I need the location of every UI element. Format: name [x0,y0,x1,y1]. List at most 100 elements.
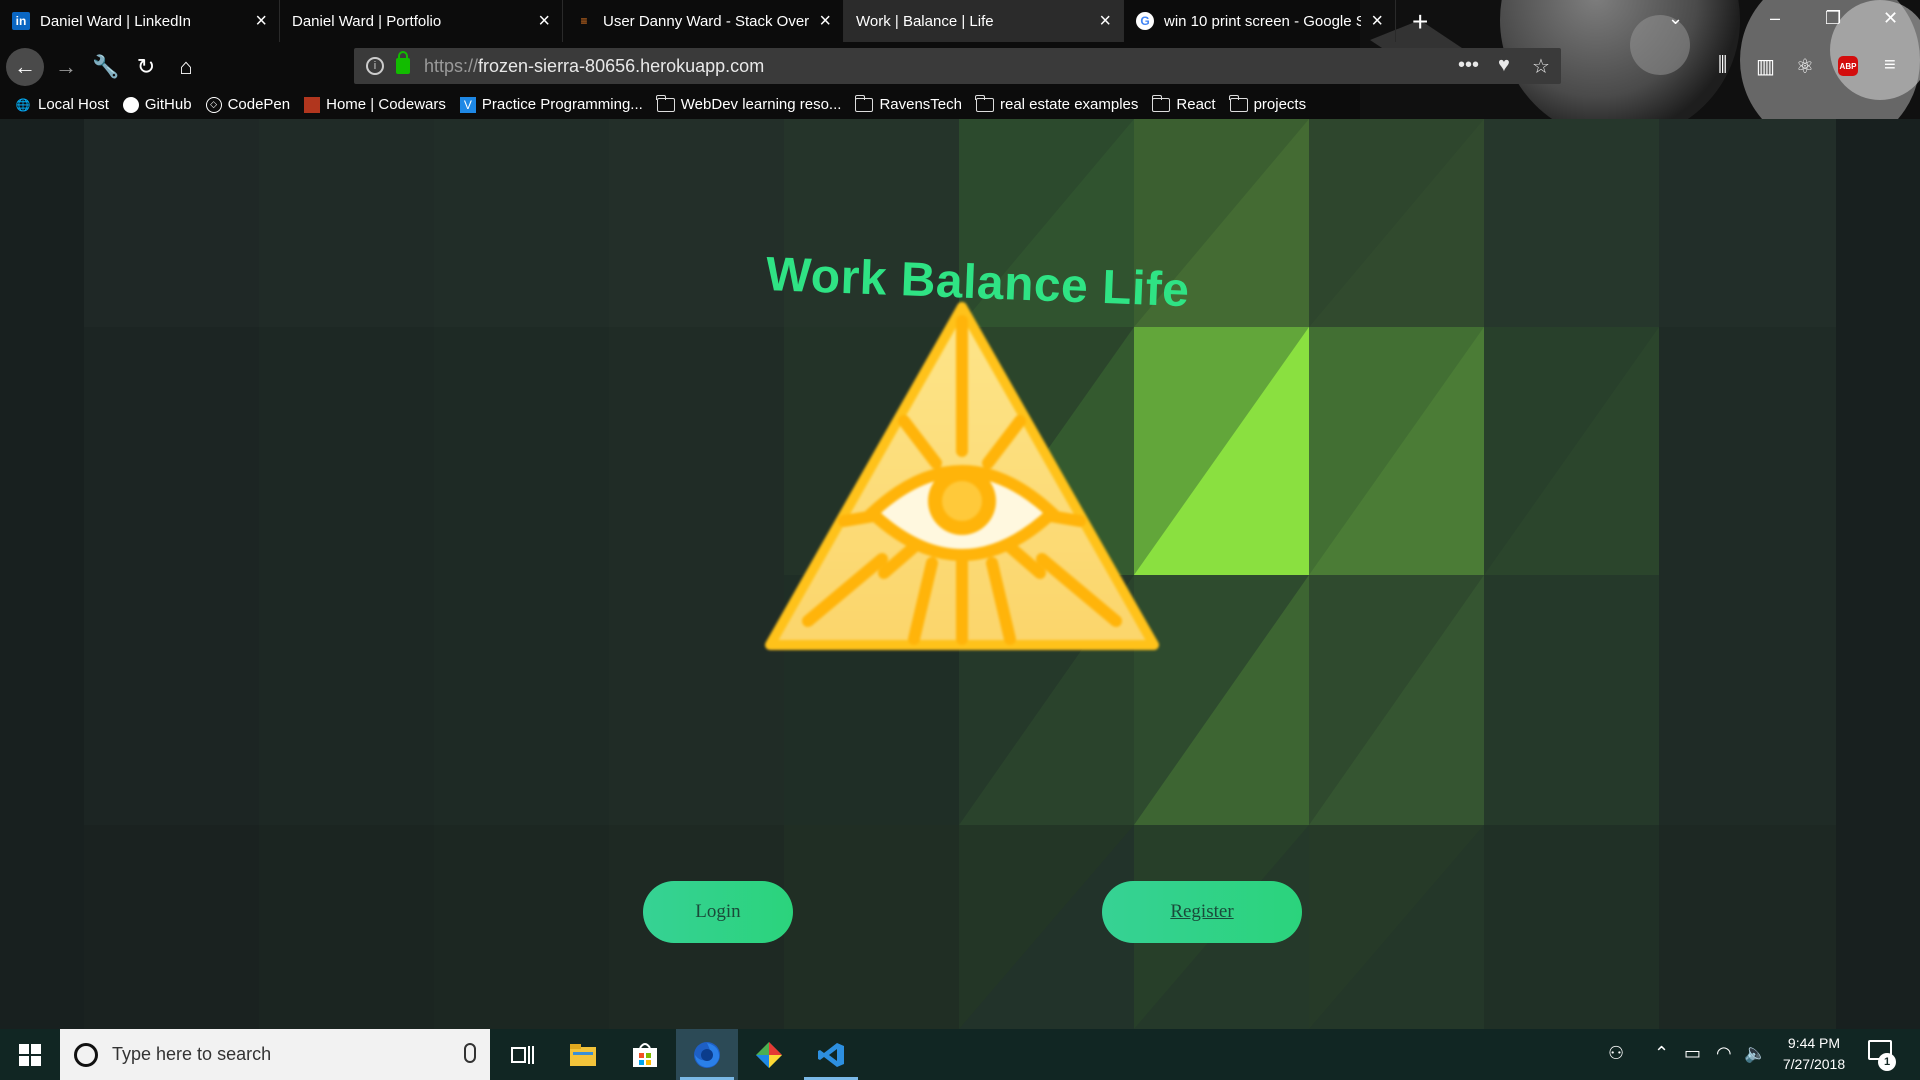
folder-icon [1151,94,1171,113]
tab-title: Daniel Ward | LinkedIn [40,12,191,30]
bookmark-label: Practice Programming... [481,96,643,113]
task-view-icon [511,1045,534,1064]
sidebar-icon[interactable]: ▥ [1756,54,1775,79]
bookmark-codepen[interactable]: ◇ CodePen [205,96,291,113]
bookmark-label: RavensTech [879,96,962,113]
vscode-icon [818,1042,844,1067]
bookmark-label: CodePen [227,96,291,113]
windows-taskbar: Type here to search ⚇ ⌃ ▭ ◠ 🔈 9:44 PM 7/… [0,1029,1920,1080]
battery-icon[interactable]: ▭ [1684,1043,1701,1064]
menu-icon[interactable]: ≡ [1884,54,1896,77]
bookmark-ravenstech-folder[interactable]: RavensTech [854,94,962,113]
start-button[interactable] [0,1029,60,1080]
cortana-icon [74,1042,98,1067]
google-icon: G [1136,12,1154,30]
lock-icon[interactable] [396,51,410,74]
bookmark-local-host[interactable]: 🌐 Local Host [14,96,109,113]
close-icon[interactable]: × [1099,11,1111,31]
forward-button[interactable]: → [51,52,81,82]
tab-title: User Danny Ward - Stack Overf [603,12,810,30]
wrench-icon[interactable]: 🔧 [91,52,121,82]
new-tab-button[interactable]: + [1412,6,1428,38]
bookmark-github[interactable]: GitHub [122,96,192,113]
folder-icon [1229,94,1248,113]
bookmark-label: Home | Codewars [326,96,446,113]
navigation-toolbar: ← → 🔧 ↻ ⌂ i https://frozen-sierra-80656.… [0,42,1920,90]
stackoverflow-icon: ≡ [580,14,588,28]
firefox-button[interactable] [676,1029,738,1080]
tab-strip: in Daniel Ward | LinkedIn × Daniel Ward … [0,0,1920,42]
clock-time: 9:44 PM [1787,1035,1841,1051]
login-button[interactable]: Login [643,881,793,943]
file-explorer-button[interactable] [552,1029,614,1080]
git-kraken-button[interactable] [738,1029,800,1080]
tab-title: win 10 print screen - Google Se [1164,12,1362,30]
tab-portfolio[interactable]: Daniel Ward | Portfolio × [280,0,563,42]
bookmark-label: GitHub [144,96,192,113]
bookmark-real-estate-folder[interactable]: real estate examples [975,94,1139,113]
close-icon[interactable]: × [1371,11,1383,31]
url-bar[interactable]: i https://frozen-sierra-80656.herokuapp.… [354,48,1561,84]
store-icon [633,1042,657,1067]
page-container: Work Balance Life Login Register [84,119,1836,1029]
tab-list-chevron-icon[interactable]: ⌄ [1668,8,1683,29]
bookmark-label: WebDev learning reso... [680,96,842,113]
bookmark-label: Local Host [38,96,109,113]
library-icon[interactable]: ⫼ [1718,54,1727,77]
codepen-icon: ◇ [205,96,222,113]
tab-work-balance-life[interactable]: Work | Balance | Life × [844,0,1124,42]
tab-title: Work | Balance | Life [856,12,994,30]
bookmark-react-folder[interactable]: React [1151,94,1216,113]
info-icon[interactable]: i [366,57,384,75]
close-icon[interactable]: × [255,11,267,31]
reload-button[interactable]: ↻ [131,52,161,82]
all-seeing-eye-icon [765,302,1159,650]
back-button[interactable]: ← [6,48,44,86]
folder-icon [854,94,874,113]
tab-linkedin[interactable]: in Daniel Ward | LinkedIn × [0,0,280,42]
codewars-icon [304,96,321,113]
bookmark-star-icon[interactable]: ☆ [1532,54,1550,79]
bookmark-codewars[interactable]: Home | Codewars [304,96,446,113]
clock-date: 7/27/2018 [1782,1056,1846,1072]
bookmark-label: projects [1253,96,1307,113]
folder-icon [656,94,675,113]
bookmark-label: real estate examples [999,96,1139,113]
notification-badge: 1 [1878,1053,1896,1071]
microphone-icon[interactable] [464,1043,476,1063]
task-view-button[interactable] [492,1029,554,1080]
register-button[interactable]: Register [1102,881,1302,943]
bookmark-webdev-folder[interactable]: WebDev learning reso... [656,94,842,113]
git-app-icon [756,1041,782,1068]
chevron-up-icon[interactable]: ⌃ [1654,1043,1669,1064]
windows-logo-icon [19,1043,41,1066]
wifi-icon[interactable]: ◠ [1716,1043,1732,1064]
pocket-icon[interactable]: ♥ [1498,54,1510,77]
page-actions-icon[interactable]: ••• [1458,54,1479,77]
system-clock[interactable]: 9:44 PM 7/27/2018 [1764,1033,1864,1075]
react-devtools-icon[interactable]: ⚛ [1796,54,1814,79]
browser-chrome: in Daniel Ward | LinkedIn × Daniel Ward … [0,0,1920,119]
tab-stackoverflow[interactable]: ≡ User Danny Ward - Stack Overf × [563,0,844,42]
close-icon[interactable]: × [819,11,831,31]
close-icon[interactable]: × [538,11,550,31]
home-button[interactable]: ⌂ [171,52,201,82]
url-text: https://frozen-sierra-80656.herokuapp.co… [424,55,765,76]
tab-title: Daniel Ward | Portfolio [292,12,442,30]
taskbar-search[interactable]: Type here to search [60,1029,490,1080]
linkedin-icon: in [12,12,30,30]
tab-google-search[interactable]: G win 10 print screen - Google Se × [1124,0,1396,42]
globe-icon: 🌐 [15,97,31,112]
minimize-button[interactable]: – [1770,8,1780,29]
bookmark-projects-folder[interactable]: projects [1229,94,1307,113]
firefox-icon [694,1041,720,1068]
close-window-button[interactable]: ✕ [1883,8,1898,29]
bookmark-practice-programming[interactable]: V Practice Programming... [459,96,643,113]
vscode-button[interactable] [800,1029,862,1080]
practice-icon: V [459,96,476,113]
file-explorer-icon [570,1043,596,1066]
restore-button[interactable]: ❐ [1825,8,1841,29]
people-icon[interactable]: ⚇ [1608,1043,1624,1064]
store-button[interactable] [614,1029,676,1080]
adblock-icon[interactable]: ABP [1838,56,1858,76]
